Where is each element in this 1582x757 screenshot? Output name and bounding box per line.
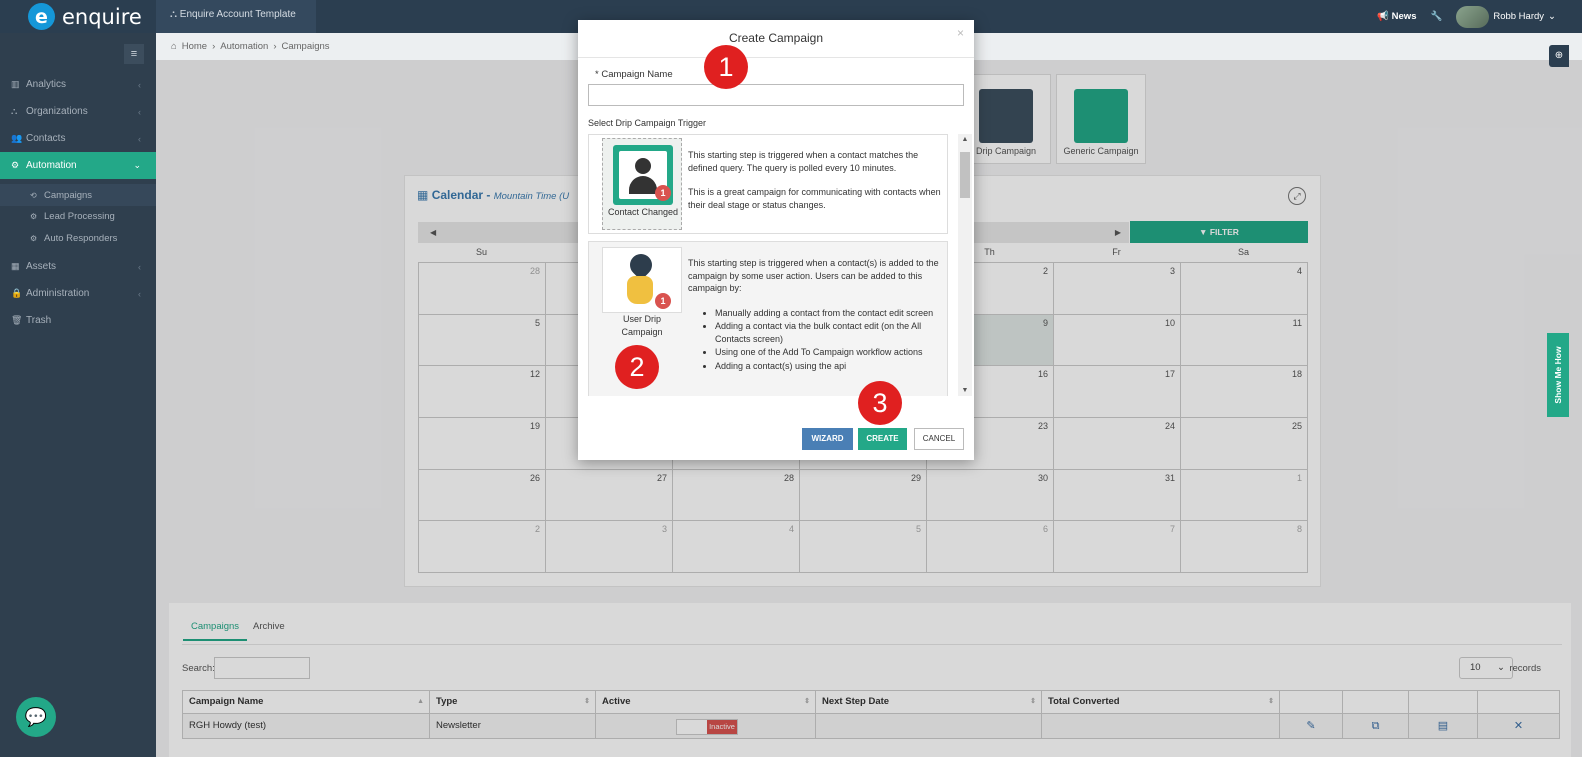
sidebar-item-label: Administration <box>26 288 90 299</box>
sidebar-subitem-auto-responders[interactable]: ⚙ Auto Responders <box>0 227 156 249</box>
gears-icon: ⚙ <box>30 233 38 243</box>
list-item: Manually adding a contact from the conta… <box>715 307 944 320</box>
cancel-button[interactable]: CANCEL <box>914 428 964 450</box>
scroll-up-icon[interactable]: ▲ <box>958 136 972 143</box>
home-icon: ⌂ <box>171 41 177 52</box>
sidebar-item-automation[interactable]: ⚙ Automation ⌄ <box>0 152 156 179</box>
create-campaign-modal: Create Campaign × * Campaign Name Select… <box>578 20 974 460</box>
chevron-left-icon: ‹ <box>138 261 141 272</box>
person-head-icon <box>635 158 651 174</box>
chat-icon[interactable]: 💬 <box>16 697 56 737</box>
chart-icon: ▥ <box>11 79 20 89</box>
sidebar-item-trash[interactable]: 🗑 Trash <box>0 307 156 334</box>
scroll-down-icon[interactable]: ▼ <box>958 387 972 394</box>
sidebar-subitem-campaigns[interactable]: ⟲ Campaigns <box>0 184 156 206</box>
step-marker-3: 3 <box>858 381 902 425</box>
trigger-description-p2: This is a great campaign for communicati… <box>688 187 941 210</box>
person-body-icon <box>629 176 657 194</box>
chevron-left-icon: ‹ <box>138 288 141 299</box>
sidebar-subitem-label: Auto Responders <box>44 232 118 244</box>
trigger-caption: User Drip Campaign <box>621 314 663 337</box>
sidebar-item-contacts[interactable]: 👥 Contacts ‹ <box>0 125 156 152</box>
sidebar-item-label: Assets <box>26 261 57 272</box>
modal-divider <box>578 57 974 58</box>
trigger-caption: Contact Changed <box>607 207 679 217</box>
brand-logo[interactable]: e enquire <box>28 0 142 33</box>
org-icon: ⛬ <box>170 9 177 20</box>
hamburger-icon[interactable]: ≡ <box>124 44 144 64</box>
modal-title: Create Campaign <box>728 31 824 45</box>
chevron-left-icon: ‹ <box>138 106 141 117</box>
sidebar-item-administration[interactable]: 🔒 Administration ‹ <box>0 280 156 307</box>
sidebar-item-label: Automation <box>26 160 77 171</box>
sidebar-subitem-label: Lead Processing <box>44 210 115 222</box>
step-count-badge: 1 <box>655 293 671 309</box>
trigger-description-p1: This starting step is triggered when a c… <box>688 258 939 293</box>
sidebar: ≡ ▥ Analytics ‹ ⛬ Organizations ‹ 👥 Contacts ‹… <box>0 33 156 757</box>
account-name: Enquire Account Template <box>179 9 296 20</box>
chevron-down-icon[interactable]: ⌄ <box>1548 11 1556 22</box>
list-item: Adding a contact(s) using the api <box>715 360 944 373</box>
step-marker-2: 2 <box>615 345 659 389</box>
news-label: News <box>1391 11 1417 22</box>
users-icon: 👥 <box>11 133 23 143</box>
show-me-how-label: Show Me How <box>1553 346 1563 404</box>
grid-icon: ▦ <box>11 261 20 271</box>
sidebar-item-label: Analytics <box>26 79 67 90</box>
sidebar-item-analytics[interactable]: ▥ Analytics ‹ <box>0 71 156 98</box>
logo-mark-icon: e <box>28 3 55 30</box>
refresh-icon: ⟲ <box>30 190 37 200</box>
sidebar-item-organizations[interactable]: ⛬ Organizations ‹ <box>0 98 156 125</box>
gears-icon: ⚙ <box>11 160 20 170</box>
trigger-list-scrollbar[interactable]: ▲ ▼ <box>958 134 972 396</box>
trash-icon: 🗑 <box>11 315 23 325</box>
breadcrumb-home[interactable]: Home <box>182 41 207 52</box>
breadcrumb-separator: › <box>273 41 277 52</box>
side-panel-toggle-icon[interactable]: ⊕ <box>1549 45 1569 67</box>
news-link[interactable]: 📢 News <box>1377 11 1416 22</box>
gears-icon: ⚙ <box>30 211 38 221</box>
list-item: Adding a contact via the bulk contact ed… <box>715 320 944 345</box>
breadcrumb-automation[interactable]: Automation <box>220 41 268 52</box>
sidebar-item-label: Trash <box>26 315 52 326</box>
sidebar-item-label: Organizations <box>26 106 88 117</box>
account-switcher[interactable]: ⛬ Enquire Account Template <box>156 0 316 33</box>
step-marker-1: 1 <box>704 45 748 89</box>
trigger-description: This starting step is triggered when a c… <box>688 257 944 373</box>
trigger-icon-box: 1 Contact Changed <box>602 138 682 230</box>
list-item: Using one of the Add To Campaign workflo… <box>715 346 944 359</box>
show-me-how-tab[interactable]: Show Me How <box>1547 333 1569 417</box>
step-count-badge: 1 <box>655 185 671 201</box>
org-icon: ⛬ <box>11 106 18 116</box>
chevron-left-icon: ‹ <box>138 133 141 144</box>
sidebar-item-assets[interactable]: ▦ Assets ‹ <box>0 253 156 280</box>
chevron-left-icon: ‹ <box>138 79 141 90</box>
trigger-card-contact-changed[interactable]: 1 Contact Changed This starting step is … <box>588 134 948 234</box>
trigger-description-p1: This starting step is triggered when a c… <box>688 150 919 173</box>
trigger-description: This starting step is triggered when a c… <box>688 149 944 211</box>
brand-name: enquire <box>62 4 142 29</box>
user-drip-icon: 1 <box>602 247 682 313</box>
create-button[interactable]: CREATE <box>858 428 907 450</box>
sidebar-item-label: Contacts <box>26 133 66 144</box>
breadcrumb-separator: › <box>212 41 216 52</box>
avatar[interactable] <box>1456 5 1490 28</box>
wizard-button[interactable]: WIZARD <box>802 428 853 450</box>
breadcrumb-campaigns: Campaigns <box>281 41 330 52</box>
sidebar-subitem-lead-processing[interactable]: ⚙ Lead Processing <box>0 205 156 227</box>
lock-icon: 🔒 <box>11 288 23 298</box>
close-icon[interactable]: × <box>957 26 964 40</box>
campaign-name-input[interactable] <box>588 84 964 106</box>
trigger-methods-list: Manually adding a contact from the conta… <box>688 307 944 373</box>
sidebar-subitem-label: Campaigns <box>44 189 93 201</box>
campaign-name-label: * Campaign Name <box>595 69 673 80</box>
scrollbar-thumb[interactable] <box>960 152 970 198</box>
user-name[interactable]: Robb Hardy <box>1493 11 1544 22</box>
megaphone-icon: 📢 <box>1377 11 1390 22</box>
hand-pointer-icon <box>627 276 653 304</box>
wrench-icon[interactable]: 🔧 <box>1430 11 1442 22</box>
chevron-down-icon: ⌄ <box>133 160 141 170</box>
trigger-label: Select Drip Campaign Trigger <box>588 118 707 128</box>
